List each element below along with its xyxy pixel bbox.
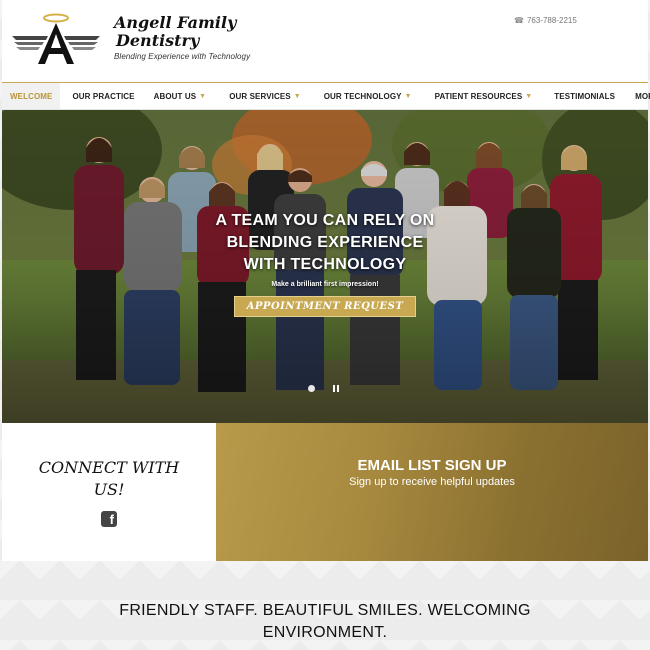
brand-name-line2: Dentistry (116, 31, 200, 50)
nav-label: MORE (635, 91, 650, 101)
nav-item-testimonials[interactable]: TESTIMONIALS (540, 83, 623, 109)
connect-title-line1: CONNECT WITH (38, 458, 180, 477)
nav-label: OUR TECHNOLOGY (323, 91, 402, 101)
appointment-request-button[interactable]: APPOINTMENT REQUEST (233, 296, 417, 317)
slider-controls (308, 385, 339, 392)
tagline-line2: ENVIRONMENT. (262, 624, 388, 641)
nav-item-our-services[interactable]: OUR SERVICES ▼ (214, 83, 309, 109)
tagline-line1: FRIENDLY STAFF. BEAUTIFUL SMILES. WELCOM… (119, 602, 531, 619)
hero-subtext: Make a brilliant first impression! (271, 281, 379, 288)
nav-label: PATIENT RESOURCES (434, 91, 523, 101)
page-frame: Angell Family Dentistry Blending Experie… (2, 0, 650, 650)
header-phone[interactable]: ☎ 763-788-2215 (514, 16, 577, 25)
nav-item-more[interactable]: MORE ▼ (623, 83, 650, 109)
main-nav: WELCOME OUR PRACTICE ABOUT US ▼ OUR SERV… (2, 82, 650, 110)
chevron-down-icon: ▼ (525, 92, 533, 100)
email-signup-title: EMAIL LIST SIGN UP (357, 457, 507, 474)
chevron-down-icon: ▼ (404, 92, 412, 100)
hero-headline-line2: BLENDING EXPERIENCE (226, 234, 424, 251)
chevron-down-icon: ▼ (293, 92, 301, 100)
nav-item-about-us[interactable]: ABOUT US ▼ (143, 83, 215, 109)
slider-dot[interactable] (308, 385, 315, 392)
hero-slider[interactable]: A TEAM YOU CAN RELY ON BLENDING EXPERIEN… (2, 110, 648, 423)
nav-item-welcome[interactable]: WELCOME (2, 83, 61, 109)
nav-label: ABOUT US (153, 91, 197, 101)
pause-icon[interactable] (333, 385, 339, 392)
phone-icon: ☎ (514, 16, 524, 25)
nav-label: OUR PRACTICE (72, 91, 135, 101)
nav-label: TESTIMONIALS (554, 91, 616, 101)
winged-a-halo-logo[interactable] (10, 12, 102, 68)
nav-item-our-technology[interactable]: OUR TECHNOLOGY ▼ (309, 83, 420, 109)
phone-number: 763-788-2215 (526, 16, 577, 25)
connect-panel: CONNECT WITH US! f (2, 423, 216, 561)
nav-item-patient-resources[interactable]: PATIENT RESOURCES ▼ (420, 83, 541, 109)
brand-name[interactable]: Angell Family Dentistry (114, 14, 244, 50)
welcome-tagline: FRIENDLY STAFF. BEAUTIFUL SMILES. WELCOM… (2, 600, 648, 644)
hero-headline-line1: A TEAM YOU CAN RELY ON (215, 212, 435, 229)
hero-headline-line3: WITH TECHNOLOGY (243, 256, 407, 273)
hero-caption: A TEAM YOU CAN RELY ON BLENDING EXPERIEN… (2, 210, 648, 317)
facebook-icon[interactable]: f (101, 511, 117, 527)
nav-label: WELCOME (10, 91, 53, 101)
email-signup-panel[interactable]: EMAIL LIST SIGN UP Sign up to receive he… (216, 423, 648, 561)
brand-tagline: Blending Experience with Technology (114, 52, 251, 61)
email-signup-subtitle: Sign up to receive helpful updates (349, 476, 515, 488)
connect-title: CONNECT WITH US! (32, 457, 186, 501)
connect-title-line2: US! (93, 480, 125, 499)
site-header: Angell Family Dentistry Blending Experie… (2, 0, 648, 82)
chevron-down-icon: ▼ (199, 92, 207, 100)
brand-name-line1: Angell Family (114, 13, 237, 32)
nav-label: OUR SERVICES (229, 91, 291, 101)
nav-item-our-practice[interactable]: OUR PRACTICE (60, 83, 142, 109)
